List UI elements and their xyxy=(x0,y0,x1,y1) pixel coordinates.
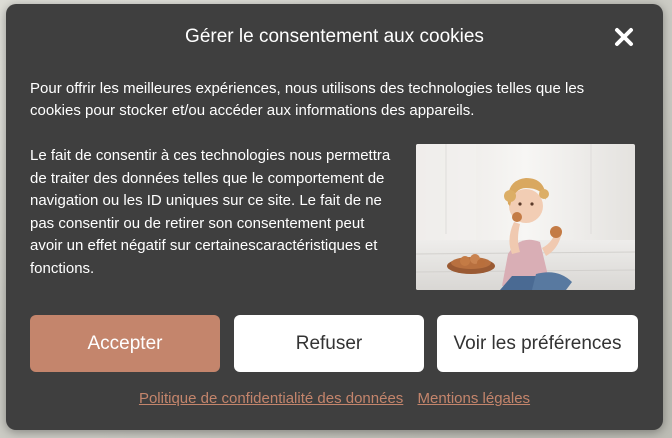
privacy-policy-link[interactable]: Politique de confidentialité des données xyxy=(139,390,403,407)
child-eating-cookies-photo xyxy=(416,144,635,290)
legal-notice-link[interactable]: Mentions légales xyxy=(417,390,530,407)
footer-links: Politique de confidentialité des données… xyxy=(6,390,663,407)
cookie-consent-dialog: Gérer le consentement aux cookies Pour o… xyxy=(6,4,663,430)
view-preferences-button[interactable]: Voir les préférences xyxy=(437,315,638,372)
accept-button[interactable]: Accepter xyxy=(30,315,220,372)
refuse-button[interactable]: Refuser xyxy=(234,315,424,372)
intro-text: Pour offrir les meilleures expériences, … xyxy=(30,80,585,119)
close-icon[interactable] xyxy=(611,24,637,50)
dialog-title: Gérer le consentement aux cookies xyxy=(185,26,484,47)
consent-description: Le fait de consentir à ces technologies … xyxy=(30,147,391,277)
